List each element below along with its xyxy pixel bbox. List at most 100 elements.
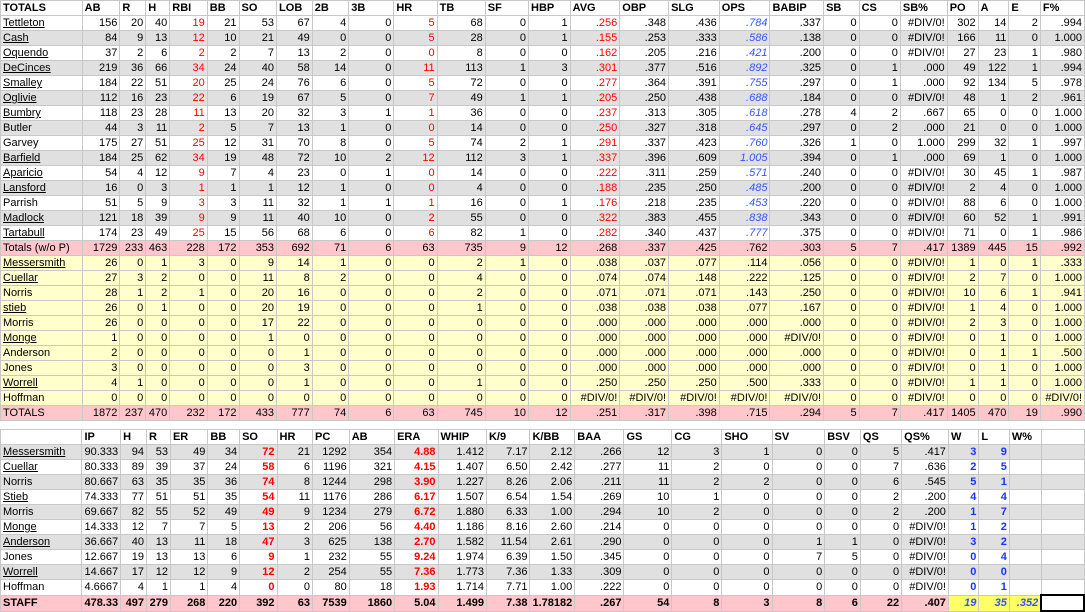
pitcher-name-cell[interactable]: Messersmith [0, 444, 83, 460]
stat-cell[interactable]: 1 [946, 255, 979, 271]
stat-cell[interactable]: 19 [238, 90, 278, 106]
stat-cell[interactable]: 0 [119, 300, 147, 316]
stat-cell[interactable]: .253 [619, 30, 670, 46]
stat-cell[interactable]: 0 [721, 459, 773, 475]
stat-cell[interactable]: 12 [528, 240, 571, 256]
stat-cell[interactable]: 0 [348, 375, 395, 391]
stat-cell[interactable]: 0 [484, 330, 530, 346]
stat-cell[interactable]: .250 [668, 375, 720, 391]
stat-cell[interactable]: 0 [823, 30, 860, 46]
stat-cell[interactable]: 11 [623, 459, 673, 475]
stat-cell[interactable]: 1 [1008, 285, 1041, 301]
stat-cell[interactable]: .256 [569, 15, 621, 31]
stat-cell[interactable]: 9 [207, 564, 241, 580]
stat-cell[interactable]: 80 [311, 579, 350, 596]
stat-cell[interactable]: 3 [977, 315, 1010, 331]
stat-cell[interactable]: .250 [619, 90, 670, 106]
column-header[interactable] [0, 429, 83, 445]
stat-cell[interactable]: 1292 [311, 444, 350, 460]
stat-cell[interactable]: 0 [823, 75, 860, 91]
stat-cell[interactable]: 0 [311, 390, 350, 406]
stat-cell[interactable]: 1 [393, 105, 438, 121]
stat-cell[interactable]: 0 [824, 504, 861, 520]
stat-cell[interactable]: .337 [619, 240, 670, 256]
column-header[interactable]: W% [1008, 429, 1042, 445]
stat-cell[interactable]: 0 [823, 360, 860, 376]
stat-cell[interactable]: 6 [276, 459, 313, 475]
stat-cell[interactable]: 237 [119, 405, 147, 421]
stat-cell[interactable]: 2 [671, 474, 723, 490]
stat-cell[interactable]: 7 [393, 90, 438, 106]
stat-cell[interactable]: 1.000 [1039, 180, 1085, 196]
stat-cell[interactable]: 1.000 [899, 135, 948, 151]
player-name-cell[interactable]: Madlock [0, 210, 83, 226]
stat-cell[interactable]: 1 [484, 225, 530, 241]
stat-cell[interactable]: 49 [276, 30, 313, 46]
stat-cell[interactable]: 0 [169, 330, 208, 346]
stat-cell[interactable]: 2 [671, 459, 723, 475]
stat-cell[interactable]: 56 [348, 519, 396, 535]
stat-cell[interactable]: 0 [528, 270, 571, 286]
stat-cell[interactable]: 0 [859, 519, 903, 535]
stat-cell[interactable]: .000 [899, 60, 948, 76]
stat-cell[interactable]: 1196 [311, 459, 350, 475]
stat-cell[interactable]: 49 [239, 504, 278, 520]
stat-cell[interactable]: 21 [238, 30, 278, 46]
stat-cell[interactable]: 10 [206, 30, 240, 46]
player-name-cell[interactable]: Monge [0, 330, 83, 346]
stat-cell[interactable]: 2 [393, 210, 438, 226]
stat-cell[interactable]: 1 [145, 300, 171, 316]
stat-cell[interactable]: 0 [858, 15, 901, 31]
stat-cell[interactable]: 1 [947, 504, 980, 520]
stat-cell[interactable]: .038 [619, 300, 670, 316]
stat-cell[interactable]: 0 [946, 330, 979, 346]
stat-cell[interactable]: 16 [436, 195, 486, 211]
stat-cell[interactable]: 13 [146, 534, 171, 550]
stat-cell[interactable]: .259 [668, 165, 720, 181]
stat-cell[interactable]: #DIV/0! [619, 390, 670, 406]
stat-cell[interactable]: #DIV/0! [899, 255, 948, 271]
stat-cell[interactable]: 32 [276, 195, 313, 211]
stat-cell[interactable]: 3 [119, 270, 147, 286]
stat-cell[interactable]: 233 [119, 240, 147, 256]
stat-cell[interactable]: 51 [146, 489, 171, 505]
stat-cell[interactable]: 1 [858, 60, 901, 76]
stat-cell[interactable]: 9 [206, 210, 240, 226]
stat-cell[interactable]: 0 [393, 270, 438, 286]
stat-cell[interactable]: 0 [824, 459, 861, 475]
stat-cell[interactable]: 68 [276, 225, 313, 241]
stat-cell[interactable]: #DIV/0! [899, 315, 948, 331]
stat-cell[interactable]: 0 [823, 345, 860, 361]
stat-cell[interactable]: 1 [977, 375, 1010, 391]
stat-cell[interactable]: 7 [977, 270, 1010, 286]
stat-cell[interactable]: 67 [276, 90, 313, 106]
stat-cell[interactable]: 3 [947, 534, 980, 550]
stat-cell[interactable]: 1 [528, 150, 571, 166]
stat-cell[interactable]: .000 [718, 330, 771, 346]
stat-cell[interactable]: 0 [1008, 30, 1041, 46]
stat-cell[interactable]: 0 [978, 564, 1010, 580]
stat-cell[interactable]: 8 [311, 135, 350, 151]
stat-cell[interactable] [1008, 459, 1042, 475]
stat-cell[interactable]: 0 [858, 135, 901, 151]
stat-cell[interactable]: 0 [393, 180, 438, 196]
column-header[interactable]: BSV [824, 429, 861, 445]
stat-cell[interactable] [1008, 519, 1042, 535]
player-name-cell[interactable]: Tartabull [0, 225, 83, 241]
player-name-cell[interactable]: Tettleton [0, 15, 83, 31]
stat-cell[interactable]: 1 [946, 300, 979, 316]
stat-cell[interactable]: .394 [769, 150, 825, 166]
stat-cell[interactable]: 0 [823, 315, 860, 331]
stat-cell[interactable]: 0 [311, 285, 350, 301]
stat-cell[interactable]: .056 [769, 255, 825, 271]
empty-cell[interactable] [1040, 579, 1085, 596]
player-name-cell[interactable]: Oglivie [0, 90, 83, 106]
column-header[interactable]: SF [484, 0, 530, 16]
stat-cell[interactable]: 0 [823, 150, 860, 166]
stat-cell[interactable]: 0 [436, 315, 486, 331]
stat-cell[interactable]: 0 [484, 105, 530, 121]
stat-cell[interactable]: .038 [569, 300, 621, 316]
stat-cell[interactable]: 0 [348, 120, 395, 136]
stat-cell[interactable]: .618 [718, 105, 771, 121]
stat-cell[interactable]: 0 [824, 519, 861, 535]
